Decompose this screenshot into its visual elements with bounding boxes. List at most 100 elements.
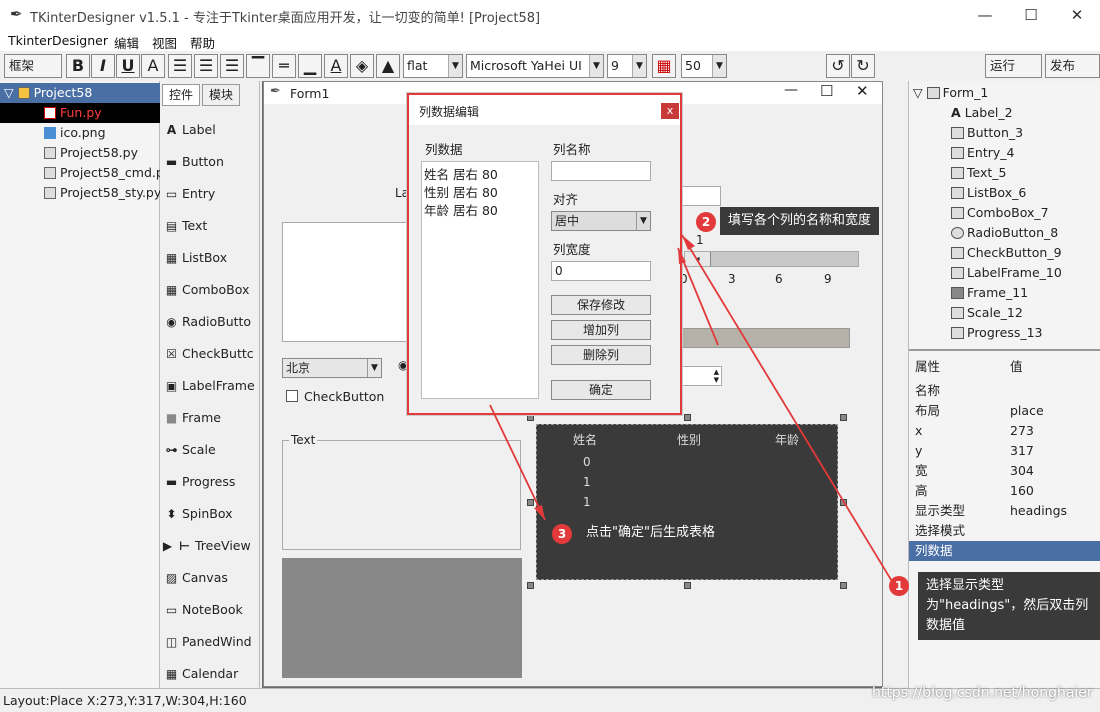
relief-combo[interactable]: flat ▼ — [403, 54, 463, 78]
tree-heading-name[interactable]: 姓名 — [573, 431, 597, 448]
menu-view[interactable]: 视图 — [152, 33, 177, 52]
palette-labelframe[interactable]: ▣ LabelFrame — [165, 375, 255, 397]
tab-controls[interactable]: 控件 — [162, 84, 201, 106]
resize-handle[interactable] — [840, 582, 847, 589]
prop-name[interactable]: 列数据 — [915, 541, 953, 561]
column-width-input[interactable]: 0 — [551, 261, 651, 281]
menu-edit[interactable]: 编辑 — [114, 33, 139, 52]
align-combo[interactable]: 居中 ▼ — [551, 211, 651, 231]
italic-button[interactable]: I — [91, 54, 115, 78]
prop-value[interactable]: 317 — [1010, 441, 1034, 461]
tab-modules[interactable]: 模块 — [202, 84, 241, 106]
resize-handle[interactable] — [684, 414, 691, 421]
undo-icon[interactable]: ↺ — [826, 54, 850, 78]
prop-name[interactable]: 显示类型 — [915, 501, 965, 521]
resize-handle[interactable] — [840, 499, 847, 506]
grid-icon[interactable]: ▦ — [652, 54, 676, 78]
tree-heading-gender[interactable]: 性别 — [677, 431, 701, 448]
tree-item-fun[interactable]: Fun.py — [0, 103, 160, 123]
font-a-button[interactable]: A — [141, 54, 165, 78]
tree-item-project[interactable]: ▽ Project58 — [0, 83, 160, 103]
redo-icon[interactable]: ↻ — [851, 54, 875, 78]
list-item[interactable]: 性别 居右 80 — [424, 182, 498, 201]
prop-value[interactable]: 273 — [1010, 421, 1034, 441]
form-labelframe[interactable]: Text — [282, 433, 521, 550]
tree-heading-age[interactable]: 年龄 — [775, 431, 799, 448]
palette-listbox[interactable]: ▦ ListBox — [165, 247, 227, 269]
image-icon[interactable]: ▲ — [376, 54, 400, 78]
form-text[interactable] — [282, 222, 410, 342]
palette-progress[interactable]: ▬ Progress — [165, 471, 236, 493]
prop-name[interactable]: 名称 — [915, 381, 940, 401]
palette-checkbutton[interactable]: ☒ CheckButtc — [165, 343, 254, 365]
align-top-icon[interactable]: ▔ — [246, 54, 270, 78]
form-entry[interactable] — [681, 186, 721, 206]
tree-row-2[interactable]: 1 — [583, 495, 591, 509]
palette-treeview[interactable]: ▶ ⊢ TreeView — [161, 535, 251, 557]
tree-item-sty[interactable]: Project58_sty.py — [0, 183, 161, 203]
palette-entry[interactable]: ▭ Entry — [165, 183, 215, 205]
resize-handle[interactable] — [840, 414, 847, 421]
widget-tree-item[interactable]: CheckButton_9 — [951, 243, 1062, 263]
prop-value[interactable]: headings — [1010, 501, 1067, 521]
align-right-icon[interactable]: ☰ — [220, 54, 244, 78]
scale-handle[interactable]: ◂ — [685, 252, 711, 266]
fill-color-icon[interactable]: ◈ — [350, 54, 374, 78]
widget-tree-item[interactable]: Button_3 — [951, 123, 1023, 143]
tree-row-0[interactable]: 0 — [583, 455, 591, 469]
bold-button[interactable]: B — [66, 54, 90, 78]
palette-button[interactable]: ▬ Button — [165, 151, 224, 173]
palette-canvas[interactable]: ▨ Canvas — [165, 567, 228, 589]
prop-name[interactable]: 选择模式 — [915, 521, 965, 541]
widget-tree-item[interactable]: LabelFrame_10 — [951, 263, 1062, 283]
frame-select-combo[interactable]: 框架 — [4, 54, 62, 78]
underline-button[interactable]: U — [116, 54, 140, 78]
font-size-combo[interactable]: 9 ▼ — [607, 54, 647, 78]
tree-item-cmd[interactable]: Project58_cmd.py — [0, 163, 171, 183]
ok-button[interactable]: 确定 — [551, 380, 651, 400]
zoom-combo[interactable]: 50 ▼ — [681, 54, 727, 78]
minimize-button[interactable]: — — [962, 0, 1008, 31]
save-changes-button[interactable]: 保存修改 — [551, 295, 651, 315]
palette-frame[interactable]: ■ Frame — [165, 407, 221, 429]
palette-calendar[interactable]: ▦ Calendar — [165, 663, 238, 685]
column-listbox[interactable]: 姓名 居右 80 性别 居右 80 年龄 居右 80 — [421, 161, 539, 399]
palette-text[interactable]: ▤ Text — [165, 215, 207, 237]
align-center-icon[interactable]: ☰ — [194, 54, 218, 78]
tree-item-ico[interactable]: ico.png — [0, 123, 160, 143]
delete-column-button[interactable]: 删除列 — [551, 345, 651, 365]
form-scale[interactable]: ◂ — [684, 251, 859, 267]
prop-name[interactable]: y — [915, 441, 922, 461]
dialog-close-button[interactable]: x — [661, 103, 679, 119]
menu-tkinterdesigner[interactable]: TkinterDesigner — [8, 33, 108, 48]
form-checkbox[interactable] — [286, 390, 298, 402]
list-item[interactable]: 姓名 居右 80 — [424, 164, 498, 183]
list-item[interactable]: 年龄 居右 80 — [424, 200, 498, 219]
widget-tree-item[interactable]: ListBox_6 — [951, 183, 1026, 203]
prop-name[interactable]: 布局 — [915, 401, 940, 421]
align-middle-icon[interactable]: ═ — [272, 54, 296, 78]
widget-tree-item[interactable]: ComboBox_7 — [951, 203, 1049, 223]
publish-button[interactable]: 发布 — [1045, 54, 1100, 78]
close-button[interactable]: ✕ — [1054, 0, 1100, 31]
widget-tree-root[interactable]: ▽ Form_1 — [913, 83, 988, 103]
font-color-icon[interactable]: A — [324, 54, 348, 78]
menu-help[interactable]: 帮助 — [190, 33, 215, 52]
palette-radiobutton[interactable]: ◉ RadioButto — [165, 311, 251, 333]
widget-tree-item[interactable]: Scale_12 — [951, 303, 1023, 323]
maximize-button[interactable]: ☐ — [1008, 0, 1054, 31]
tree-item-project-py[interactable]: Project58.py — [0, 143, 160, 163]
add-column-button[interactable]: 增加列 — [551, 320, 651, 340]
prop-name[interactable]: 高 — [915, 481, 928, 501]
panel-divider[interactable] — [909, 349, 1100, 351]
resize-handle[interactable] — [527, 582, 534, 589]
column-data-dialog[interactable]: 列数据编辑 x 列数据 姓名 居右 80 性别 居右 80 年龄 居右 80 列… — [407, 93, 682, 415]
widget-tree-item[interactable]: A Label_2 — [951, 103, 1013, 123]
resize-handle[interactable] — [527, 414, 534, 421]
palette-panedwindow[interactable]: ◫ PanedWind — [165, 631, 252, 653]
prop-value[interactable]: place — [1010, 401, 1044, 421]
form-treeview[interactable]: 姓名 性别 年龄 0 1 1 — [536, 424, 838, 580]
palette-label[interactable]: A Label — [165, 119, 216, 141]
prop-name[interactable]: x — [915, 421, 922, 441]
widget-tree-item[interactable]: Frame_11 — [951, 283, 1028, 303]
